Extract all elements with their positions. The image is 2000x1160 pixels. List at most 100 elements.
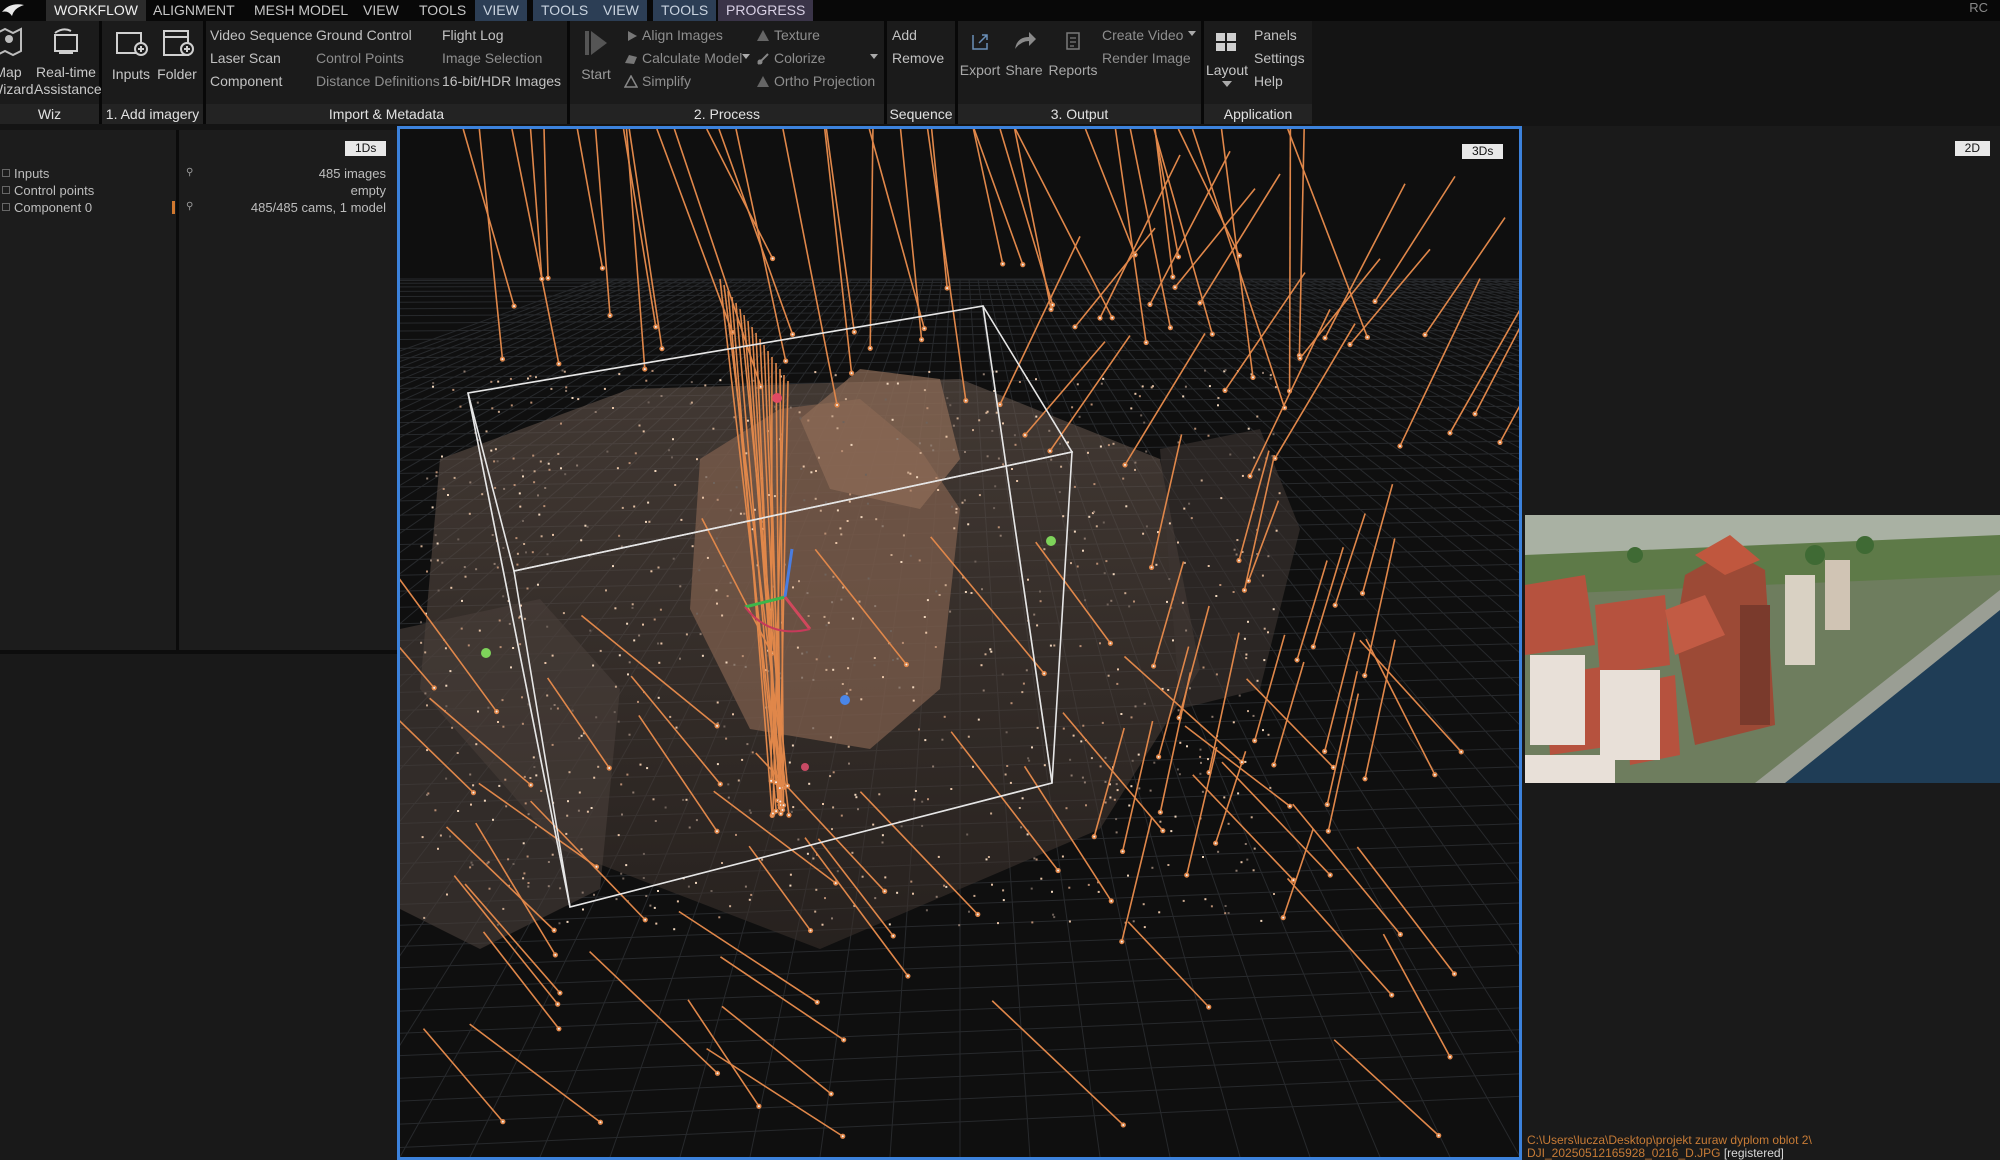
cloud-point	[1101, 721, 1104, 724]
component-button[interactable]: Component	[210, 73, 282, 89]
cloud-point	[1049, 644, 1052, 647]
box-handle-red[interactable]	[772, 393, 782, 403]
box-handle-green[interactable]	[1046, 536, 1056, 546]
cloud-point	[627, 673, 629, 676]
add-sequence-button[interactable]: Add	[892, 27, 917, 43]
box-handle-green-2[interactable]	[481, 648, 491, 658]
panels-button[interactable]: Panels	[1254, 27, 1297, 43]
laser-scan-button[interactable]: Laser Scan	[210, 50, 281, 66]
colorize-button[interactable]: Colorize	[774, 50, 825, 66]
camera-position	[1252, 738, 1258, 744]
cloud-point	[642, 623, 644, 626]
layout-button[interactable]: Layout	[1204, 25, 1250, 87]
camera-ray	[825, 129, 856, 333]
start-button[interactable]: Start	[576, 25, 616, 83]
scene-3d[interactable]	[400, 129, 1519, 1157]
grid-line	[1409, 278, 1519, 311]
cloud-point	[1022, 682, 1025, 685]
expand-icon[interactable]	[2, 186, 10, 194]
cloud-point	[828, 655, 831, 658]
box-handle-blue[interactable]	[840, 695, 850, 705]
cloud-point	[857, 808, 859, 811]
cloud-point	[1082, 549, 1084, 552]
ortho-projection-button[interactable]: Ortho Projection	[774, 73, 875, 89]
cloud-point	[832, 575, 835, 578]
video-sequence-button[interactable]: Video Sequence	[210, 27, 313, 43]
create-video-button[interactable]: Create Video	[1102, 27, 1183, 43]
tab-context-tools-2[interactable]: TOOLS	[653, 0, 717, 21]
panel-1ds-column-divider[interactable]	[176, 130, 179, 650]
help-button[interactable]: Help	[1254, 73, 1283, 89]
cloud-point	[824, 501, 827, 504]
pin-icon[interactable]: ⚲	[186, 202, 193, 212]
layout-dropdown-icon[interactable]	[1222, 81, 1232, 87]
cloud-point	[1002, 463, 1005, 466]
camera-position	[1041, 670, 1047, 677]
image-preview[interactable]	[1525, 515, 2000, 783]
simplify-button[interactable]: Simplify	[642, 73, 691, 89]
folder-button[interactable]: Folder	[154, 25, 200, 83]
hdr-images-button[interactable]: 16-bit/HDR Images	[442, 73, 561, 89]
pin-icon[interactable]: ⚲	[186, 168, 193, 178]
camera-position	[963, 398, 969, 404]
colorize-dropdown-icon[interactable]	[870, 54, 878, 59]
image-selection-button[interactable]: Image Selection	[442, 50, 542, 66]
cloud-point	[1004, 773, 1007, 776]
tab-view[interactable]: VIEW	[355, 0, 407, 21]
viewport-3d[interactable]: 3Ds	[397, 126, 1522, 1160]
remove-sequence-button[interactable]: Remove	[892, 50, 944, 66]
cloud-point	[925, 421, 928, 424]
cloud-point	[792, 806, 795, 809]
distance-definitions-button[interactable]: Distance Definitions	[316, 73, 440, 89]
tab-mesh-model[interactable]: MESH MODEL	[246, 0, 356, 21]
cloud-point	[850, 443, 853, 446]
tab-context-view-2[interactable]: VIEW	[595, 0, 647, 21]
camera-position	[867, 345, 873, 351]
box-handle-magenta[interactable]	[801, 763, 809, 771]
realtime-assistance-button[interactable]: Real-time Assistance	[34, 25, 102, 98]
tab-tools[interactable]: TOOLS	[411, 0, 474, 21]
tab-alignment[interactable]: ALIGNMENT	[145, 0, 243, 21]
expand-icon[interactable]	[2, 203, 10, 211]
camera-ray	[1127, 921, 1210, 1008]
reports-button[interactable]: Reports	[1048, 25, 1098, 79]
settings-button[interactable]: Settings	[1254, 50, 1305, 66]
create-video-dropdown-icon[interactable]	[1188, 31, 1196, 36]
tab-context-tools[interactable]: TOOLS	[533, 0, 597, 21]
render-image-button[interactable]: Render Image	[1102, 50, 1191, 66]
tab-context-view[interactable]: VIEW	[475, 0, 527, 21]
calculate-model-dropdown-icon[interactable]	[742, 54, 750, 59]
inputs-button[interactable]: Inputs	[108, 25, 154, 83]
align-images-icon	[626, 29, 638, 47]
flight-log-button[interactable]: Flight Log	[442, 27, 503, 43]
share-button[interactable]: Share	[1002, 25, 1046, 79]
cloud-point	[1258, 468, 1261, 471]
tree-row-inputs[interactable]: Inputs ⚲ 485 images	[0, 165, 390, 182]
panel-tag-2d[interactable]: 2D	[1954, 141, 1990, 156]
ground-control-button[interactable]: Ground Control	[316, 27, 412, 43]
tab-progress[interactable]: PROGRESS	[718, 0, 814, 21]
camera-position	[768, 778, 774, 784]
tree-row-component[interactable]: Component 0 ⚲ 485/485 cams, 1 model	[0, 199, 390, 216]
export-button[interactable]: Export	[958, 25, 1002, 79]
calculate-model-button[interactable]: Calculate Model	[642, 50, 742, 66]
expand-icon[interactable]	[2, 169, 10, 177]
cloud-point	[1081, 776, 1084, 779]
ribbon-footer-wiz: Wiz	[0, 104, 99, 124]
cloud-point	[941, 738, 944, 741]
control-points-button[interactable]: Control Points	[316, 50, 404, 66]
camera-position	[834, 402, 840, 408]
camera-position	[1330, 764, 1336, 770]
map-wizard-button[interactable]: Map Wizard	[0, 25, 34, 98]
panel-tag-3ds[interactable]: 3Ds	[1462, 144, 1504, 159]
cloud-point	[980, 664, 983, 667]
align-images-button[interactable]: Align Images	[642, 27, 723, 43]
tree-row-control-points[interactable]: Control points empty	[0, 182, 390, 199]
tab-workflow[interactable]: WORKFLOW	[46, 0, 146, 21]
cloud-point	[637, 700, 639, 703]
camera-position	[1458, 749, 1464, 755]
cloud-point	[628, 733, 631, 736]
texture-button[interactable]: Texture	[774, 27, 820, 43]
panel-tag-1ds[interactable]: 1Ds	[345, 141, 387, 156]
cloud-point	[706, 556, 709, 559]
